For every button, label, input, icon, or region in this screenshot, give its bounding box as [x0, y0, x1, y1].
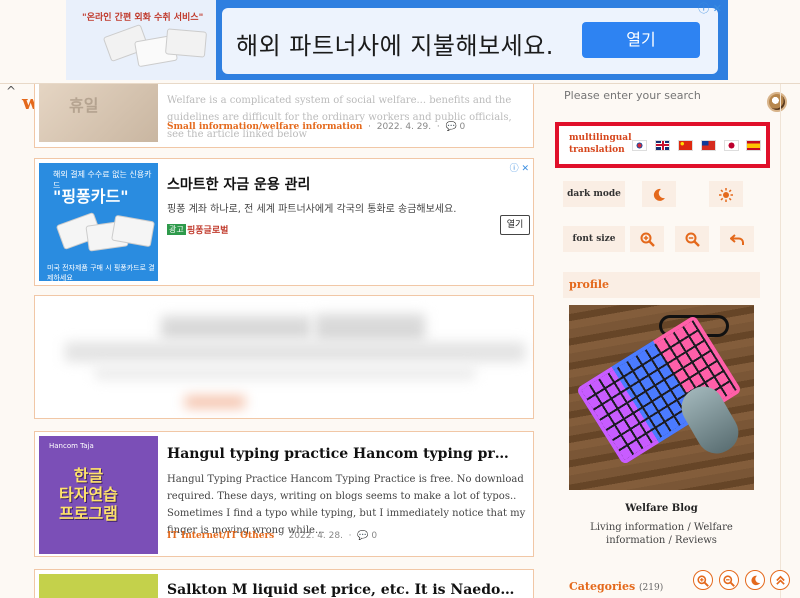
blurred-block: [315, 314, 425, 342]
post-category-link[interactable]: Small information/welfare information: [167, 122, 362, 132]
dark-mode-label: dark mode: [563, 181, 625, 207]
japan-flag-icon[interactable]: [724, 140, 739, 151]
top-ad-banner[interactable]: "온라인 간편 외화 수취 서비스" 해외 파트너사에 지불해보세요. 열기 ⓘ…: [66, 0, 728, 80]
ad-image[interactable]: 해외 결제 수수료 없는 신용카드 "핑퐁카드" 미국 전자제품 구매 시 핑퐁…: [39, 163, 158, 281]
comment-icon: 💬: [357, 531, 369, 541]
post-title[interactable]: Hangul typing practice Hancom typing pra…: [167, 446, 517, 462]
ad-choices-icon[interactable]: ⓘ ✕: [510, 161, 529, 174]
scroll-to-top-icon[interactable]: [770, 570, 790, 590]
list-item[interactable]: Salkton M liquid set price, etc. It is N…: [34, 569, 534, 598]
profile-description: Living information / Welfare information…: [590, 522, 733, 546]
zoom-in-icon[interactable]: [630, 226, 664, 252]
search-input[interactable]: [564, 84, 754, 106]
reset-icon[interactable]: [720, 226, 754, 252]
thumbnail-text: 휴일: [69, 96, 99, 115]
top-ad-image[interactable]: "온라인 간편 외화 수취 서비스": [66, 0, 216, 80]
ad-choices-icon[interactable]: ⓘ ✕: [698, 0, 722, 16]
native-ad-card[interactable]: 해외 결제 수수료 없는 신용카드 "핑퐁카드" 미국 전자제품 구매 시 핑퐁…: [34, 158, 534, 286]
sidebar-divider: [780, 84, 781, 598]
post-excerpt: Welfare is a complicated system of socia…: [167, 95, 512, 140]
ad-headline[interactable]: 스마트한 자금 운용 관리: [167, 174, 310, 194]
taiwan-flag-icon[interactable]: [701, 140, 716, 151]
comment-count: 0: [371, 531, 378, 541]
blurred-block: [161, 316, 311, 340]
top-ad-image-tag: "온라인 간편 외화 수취 서비스": [82, 13, 204, 23]
post-thumbnail[interactable]: 휴일: [39, 84, 158, 142]
font-size-label: font size: [563, 226, 625, 252]
uk-flag-icon[interactable]: [655, 140, 670, 151]
china-flag-icon[interactable]: [678, 140, 693, 151]
list-item[interactable]: Hancom Taja 한글 타자연습 프로그램 Hangul typing p…: [34, 431, 534, 557]
blurred-block: [185, 396, 245, 408]
post-meta: Small information/welfare information · …: [167, 122, 466, 132]
ad-image-brand: "핑퐁카드": [53, 187, 129, 206]
zoom-out-icon[interactable]: [675, 226, 709, 252]
ad-badge: 광고: [167, 224, 186, 235]
comment-icon: 💬: [445, 122, 457, 132]
sun-icon[interactable]: [709, 181, 743, 207]
moon-icon[interactable]: [745, 570, 765, 590]
categories-count: (219): [639, 583, 664, 593]
multilingual-label: multilingual translation: [569, 133, 632, 155]
categories-heading[interactable]: Categories (219): [569, 580, 663, 593]
multilingual-translation-box: multilingual translation: [555, 122, 770, 168]
post-date: 2022. 4. 28.: [288, 531, 343, 541]
ad-description: 핑퐁 계좌 하나로, 전 세계 파트너사에게 각국의 통화로 송금해보세요.: [167, 204, 457, 215]
profile-image[interactable]: [569, 305, 754, 490]
top-ad-headline: 해외 파트너사에 지불해보세요.: [236, 32, 554, 60]
top-ad-open-button[interactable]: 열기: [582, 22, 700, 58]
list-item[interactable]: 휴일 Welfare is a complicated system of so…: [34, 84, 534, 148]
blurred-ad-card[interactable]: [34, 295, 534, 419]
thumbnail-caption: Hancom Taja: [49, 442, 94, 450]
post-date: 2022. 4. 29.: [376, 122, 432, 132]
blurred-block: [65, 342, 525, 362]
blurred-block: [95, 366, 475, 380]
comment-count: 0: [459, 122, 466, 132]
card-graphic: [164, 28, 208, 58]
post-category-link[interactable]: IT Internet/IT Others: [167, 531, 274, 541]
ad-image-footnote: 미국 전자제품 구매 시 핑퐁카드로 결제하세요: [47, 264, 155, 281]
profile-heading: profile: [563, 272, 760, 298]
zoom-out-icon[interactable]: [719, 570, 739, 590]
post-thumbnail[interactable]: [39, 574, 158, 598]
post-excerpt: Hangul Typing Practice Hancom Typing Pra…: [167, 474, 526, 536]
ad-open-button[interactable]: 열기: [500, 215, 530, 235]
post-title[interactable]: Salkton M liquid set price, etc. It is N…: [167, 582, 517, 598]
avatar[interactable]: [767, 92, 787, 112]
thumbnail-title: 한글 타자연습 프로그램: [59, 466, 118, 523]
ad-advertiser[interactable]: 핑퐁글로벌: [187, 223, 228, 236]
spain-flag-icon[interactable]: [746, 140, 761, 151]
categories-label: Categories: [569, 580, 636, 593]
post-thumbnail[interactable]: Hancom Taja 한글 타자연습 프로그램: [39, 436, 158, 554]
moon-icon[interactable]: [642, 181, 676, 207]
top-ad-panel[interactable]: 해외 파트너사에 지불해보세요. 열기: [222, 8, 718, 74]
korean-flag-icon[interactable]: [632, 140, 647, 151]
zoom-in-icon[interactable]: [693, 570, 713, 590]
profile-name: Welfare Blog: [625, 503, 698, 514]
post-meta: IT Internet/IT Others · 2022. 4. 28. · 💬…: [167, 531, 378, 541]
